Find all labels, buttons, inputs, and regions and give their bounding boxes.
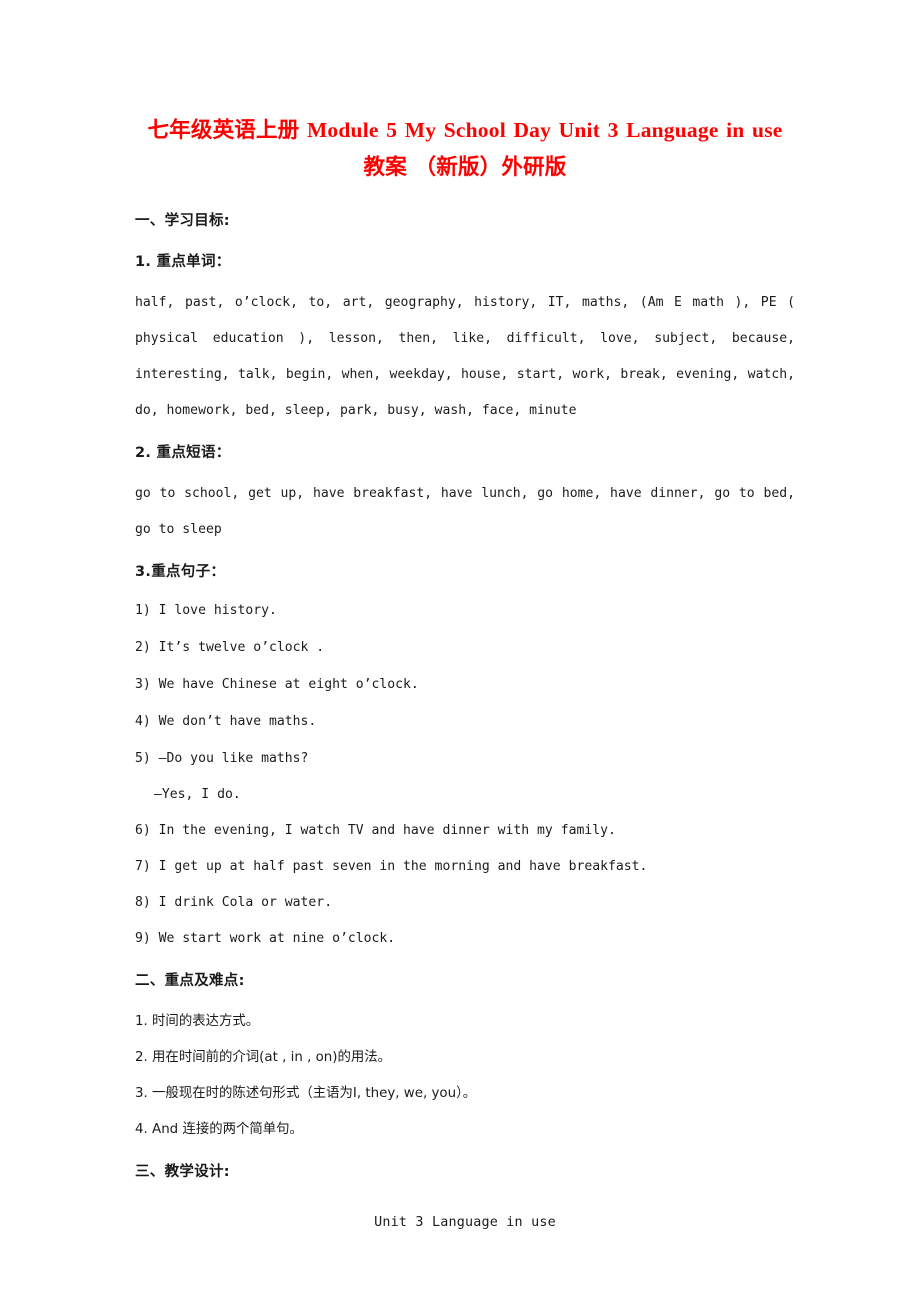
key-sentence: 3) We have Chinese at eight o’clock. (135, 677, 419, 692)
key-sentence: 4) We don’t have maths. (135, 714, 317, 729)
phrase-line: go to school, get up, have breakfast, ha… (135, 486, 795, 501)
key-point-item: 1. 时间的表达方式。 (135, 1014, 260, 1029)
key-sentence: 7) I get up at half past seven in the mo… (135, 859, 648, 874)
vocabulary-line: physical education ), lesson, then, like… (135, 331, 795, 346)
section-1-heading: 一、学习目标: (135, 213, 230, 229)
section-1-sub-3-heading: 3.重点句子： (135, 564, 226, 580)
vocabulary-line: half, past, o’clock, to, art, geography,… (135, 295, 795, 310)
key-point-item: 4. And 连接的两个简单句。 (135, 1122, 303, 1137)
document-title: 七年级英语上册 Module 5 My School Day Unit 3 La… (135, 112, 795, 186)
document-title-line-2: 教案 （新版）外研版 (363, 155, 567, 179)
vocabulary-line: interesting, talk, begin, when, weekday,… (135, 367, 795, 382)
lesson-plan-subtitle: Unit 3 Language in use (374, 1215, 556, 1230)
key-point-item: 3. 一般现在时的陈述句形式（主语为I, they, we, you）。 (135, 1086, 477, 1101)
key-sentence: 8) I drink Cola or water. (135, 895, 333, 910)
key-sentence: 6) In the evening, I watch TV and have d… (135, 823, 616, 838)
key-sentence: 1) I love history. (135, 603, 277, 618)
key-sentence: 5) —Do you like maths? (135, 751, 309, 766)
vocabulary-line: do, homework, bed, sleep, park, busy, wa… (135, 403, 577, 418)
section-3-heading: 三、教学设计: (135, 1164, 230, 1180)
key-point-item: 2. 用在时间前的介词(at , in , on)的用法。 (135, 1050, 392, 1065)
document-page: 七年级英语上册 Module 5 My School Day Unit 3 La… (0, 0, 920, 1302)
phrase-line: go to sleep (135, 522, 222, 537)
section-1-sub-1-heading: 1. 重点单词： (135, 254, 231, 270)
document-title-line-1: 七年级英语上册 Module 5 My School Day Unit 3 La… (147, 118, 783, 142)
key-sentence-answer: —Yes, I do. (154, 787, 241, 802)
section-2-heading: 二、重点及难点: (135, 973, 245, 989)
document-body: 七年级英语上册 Module 5 My School Day Unit 3 La… (135, 112, 795, 1232)
section-1-sub-2-heading: 2. 重点短语： (135, 445, 231, 461)
key-sentence: 2) It’s twelve o’clock . (135, 640, 325, 655)
key-sentence: 9) We start work at nine o’clock. (135, 931, 396, 946)
